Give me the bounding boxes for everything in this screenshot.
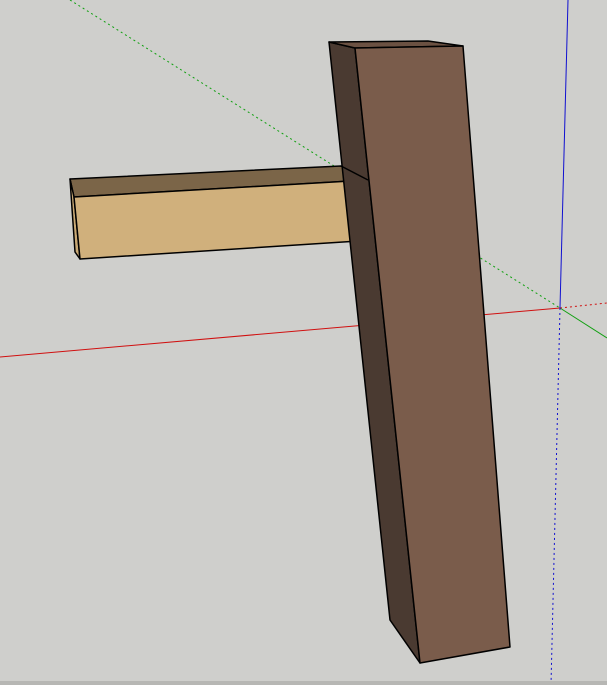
green-axis-negative <box>69 0 561 309</box>
viewport-bottom-border <box>0 681 607 685</box>
blue-axis-positive <box>559 0 569 309</box>
green-axis-positive <box>559 307 607 339</box>
red-axis-negative <box>559 302 607 309</box>
blue-axis-negative <box>550 307 561 685</box>
vertical-post[interactable] <box>328 40 511 664</box>
3d-viewport[interactable] <box>0 0 607 685</box>
horizontal-rail[interactable] <box>69 165 375 260</box>
model-canvas[interactable] <box>0 0 607 685</box>
